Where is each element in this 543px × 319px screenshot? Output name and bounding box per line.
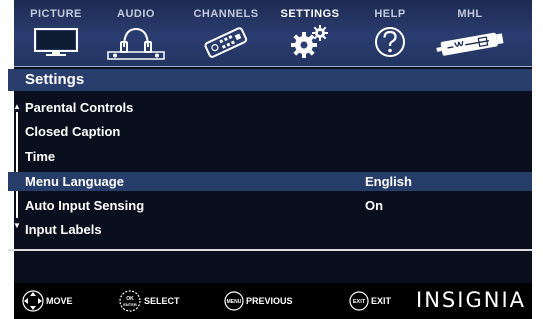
button-hints-bar: MOVE OK ENTER SELECT MENU PREVIOUS EXIT … [14, 283, 532, 319]
tab-help-label: HELP [374, 8, 406, 20]
help-icon [375, 27, 405, 57]
mhl-cable-icon [436, 32, 504, 56]
insignia-logo: INSIGNIA [416, 288, 526, 312]
remote-icon [204, 27, 248, 58]
dpad-icon [22, 290, 44, 312]
exit-button-icon: EXIT [349, 291, 369, 311]
gears-icon [291, 25, 328, 58]
menu-item-input-labels[interactable]: Input Labels [8, 220, 532, 239]
tab-settings-label: SETTINGS [280, 8, 340, 20]
menu-item-value: English [365, 174, 412, 189]
svg-text:EXIT: EXIT [353, 299, 366, 305]
menu-tab-bar: PICTURE AUDIO CHANNELS SETTINGS HELP MHL [14, 0, 532, 67]
menu-item-value: On [365, 198, 384, 213]
tab-picture-label: PICTURE [30, 8, 82, 20]
menu-item-time[interactable]: Time [8, 147, 532, 166]
tab-mhl-label: MHL [457, 8, 483, 20]
hint-exit: EXIT EXIT [349, 291, 391, 311]
tab-audio-label: AUDIO [117, 8, 155, 20]
menu-item-label: Parental Controls [25, 100, 134, 115]
description-area [8, 253, 532, 279]
tv-icon [34, 28, 78, 56]
tab-mhl[interactable]: MHL [430, 8, 510, 64]
hint-exit-label: EXIT [371, 296, 392, 306]
menu-title-bar: Settings [8, 69, 532, 91]
hint-move-label: MOVE [46, 296, 73, 306]
hint-move: MOVE [22, 290, 73, 312]
hint-select-label: SELECT [144, 296, 180, 306]
hint-previous: MENU PREVIOUS [224, 291, 293, 311]
menu-item-menu-language[interactable]: Menu Language English [8, 172, 532, 191]
menu-item-auto-input-sensing[interactable]: Auto Input Sensing On [8, 196, 532, 215]
tab-channels[interactable]: CHANNELS [186, 8, 266, 64]
hint-select: OK ENTER SELECT [118, 290, 180, 312]
hint-previous-label: PREVIOUS [246, 296, 293, 306]
menu-button-icon: MENU [224, 291, 244, 311]
tab-audio[interactable]: AUDIO [96, 8, 176, 64]
menu-item-label: Menu Language [25, 174, 124, 189]
menu-item-label: Closed Caption [25, 124, 121, 139]
headphones-icon [107, 27, 165, 60]
menu-item-label: Input Labels [25, 222, 102, 237]
tab-picture[interactable]: PICTURE [16, 8, 96, 64]
menu-divider [8, 249, 532, 251]
tab-channels-label: CHANNELS [193, 8, 259, 20]
svg-text:ENTER: ENTER [123, 302, 137, 307]
ok-enter-button-icon: OK ENTER [119, 290, 141, 312]
menu-item-closed-caption[interactable]: Closed Caption [8, 122, 532, 141]
menu-item-label: Time [25, 149, 56, 164]
svg-text:MENU: MENU [227, 299, 242, 305]
tab-help[interactable]: HELP [350, 8, 430, 64]
menu-item-label: Auto Input Sensing [25, 198, 145, 213]
settings-menu-panel: Settings ▲ ▼ Parental Controls Closed Ca… [8, 69, 533, 259]
menu-title: Settings [25, 71, 85, 88]
menu-item-parental-controls[interactable]: Parental Controls [8, 98, 532, 117]
tab-settings[interactable]: SETTINGS [270, 8, 350, 64]
